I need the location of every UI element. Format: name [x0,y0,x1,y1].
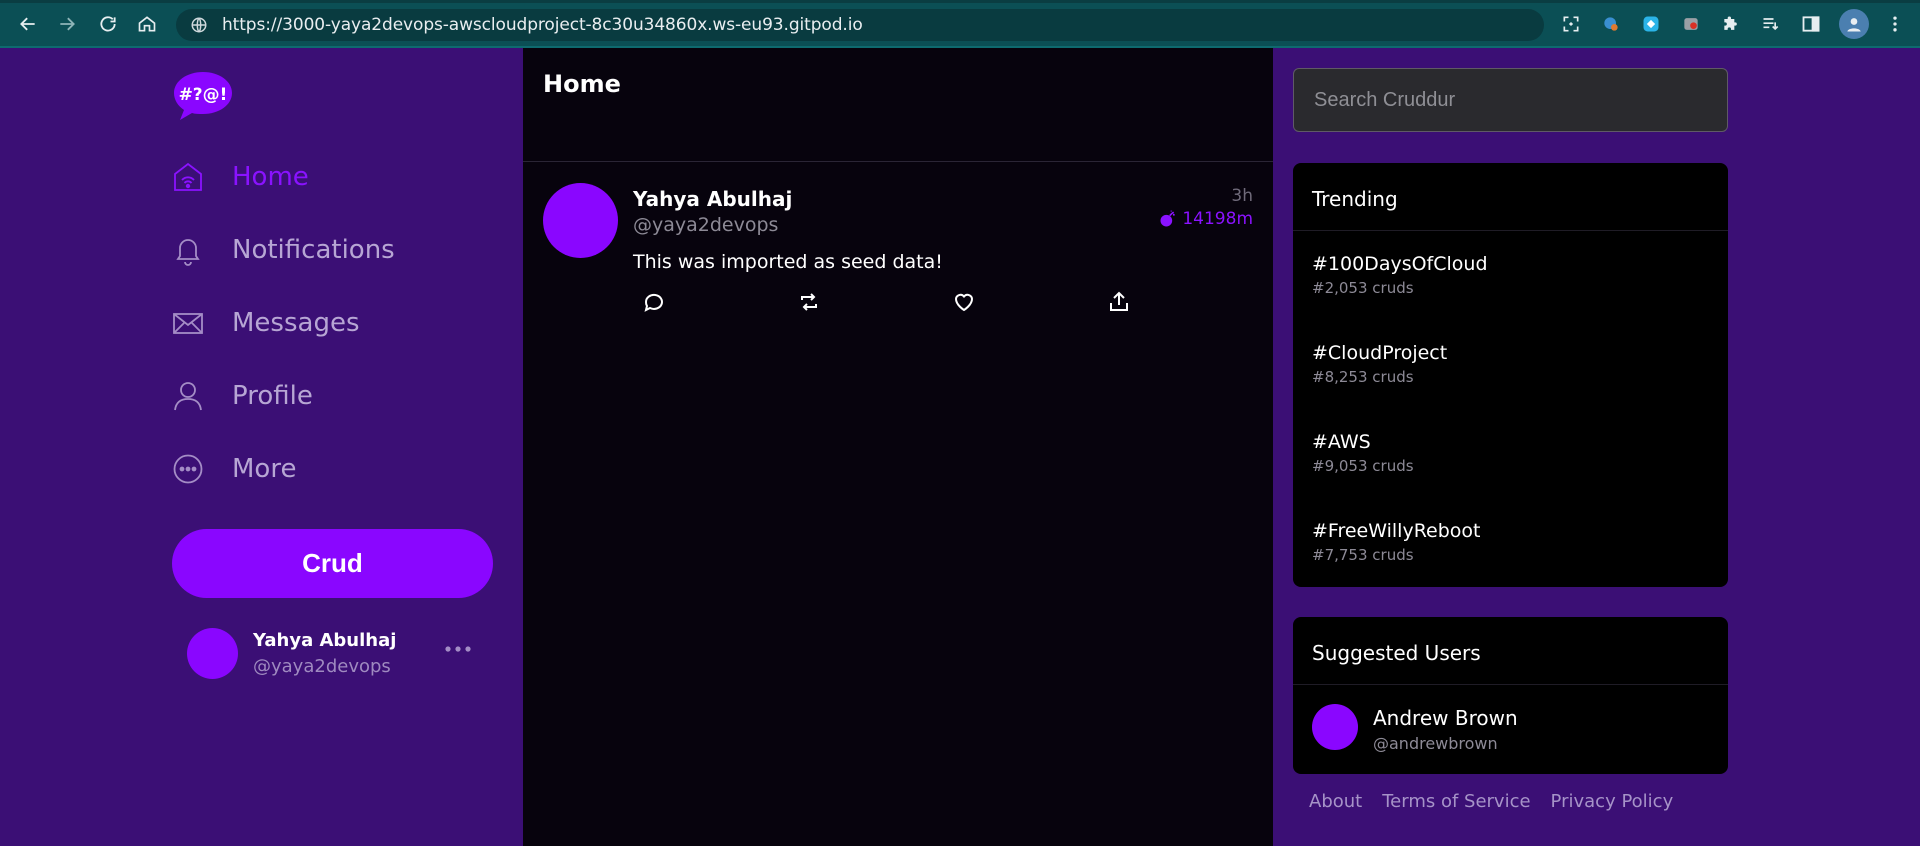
extension-icon[interactable] [1600,13,1622,35]
activity-item[interactable]: Yahya Abulhaj @yaya2devops This was impo… [523,163,1273,343]
sidebar-item-label: Messages [232,308,360,338]
profile-avatar[interactable] [1839,9,1869,39]
bomb-icon [1160,210,1176,227]
sidebar-item-home[interactable]: Home [172,157,309,197]
trending-tag: #100DaysOfCloud [1312,253,1488,275]
trending-tag: #AWS [1312,431,1371,453]
feed-header: Home [523,48,1273,162]
browser-toolbar: https://3000-yaya2devops-awscloudproject… [0,0,1920,48]
user-handle: @yaya2devops [253,656,391,677]
suggested-user[interactable]: Andrew Brown @andrewbrown [1312,704,1712,754]
suggested-user-handle: @andrewbrown [1373,734,1498,753]
post-author-name[interactable]: Yahya Abulhaj [633,187,792,211]
main-feed: Home Yahya Abulhaj @yaya2devops This was… [523,48,1273,846]
post-author-handle[interactable]: @yaya2devops [633,214,778,236]
kebab-menu-icon[interactable] [1884,13,1906,35]
sidebar-item-label: More [232,454,297,484]
home-icon[interactable] [135,12,159,36]
right-column: Trending #100DaysOfCloud #2,053 cruds #C… [1273,48,1920,846]
sidebar-item-messages[interactable]: Messages [172,303,360,343]
trending-count: #2,053 cruds [1312,279,1414,297]
sidebar-item-label: Profile [232,381,313,411]
current-user-card[interactable]: Yahya Abulhaj @yaya2devops [187,628,487,688]
footer-links: About Terms of Service Privacy Policy [1309,791,1673,812]
expiry-text: 14198m [1182,209,1253,229]
trending-count: #7,753 cruds [1312,546,1414,564]
bell-icon [172,234,204,266]
footer-link-terms[interactable]: Terms of Service [1382,791,1530,812]
extension-icon[interactable] [1680,13,1702,35]
side-panel-icon[interactable] [1800,13,1822,35]
post-time: 3h [1231,186,1253,206]
sidebar-item-label: Home [232,162,309,192]
sidebar-item-label: Notifications [232,235,395,265]
post-text: This was imported as seed data! [633,251,943,273]
sidebar-item-notifications[interactable]: Notifications [172,230,395,270]
share-icon[interactable] [1105,288,1133,316]
home-icon [172,161,204,193]
heart-icon[interactable] [950,288,978,316]
repost-icon[interactable] [795,288,823,316]
suggested-user-name: Andrew Brown [1373,706,1518,730]
trending-title: Trending [1293,163,1728,231]
trending-count: #8,253 cruds [1312,368,1414,386]
logo-text: #?@! [179,85,228,105]
user-icon [172,380,204,412]
address-bar[interactable]: https://3000-yaya2devops-awscloudproject… [176,9,1544,41]
footer-link-privacy[interactable]: Privacy Policy [1551,791,1674,812]
site-info-icon[interactable] [190,16,208,34]
trending-tag: #CloudProject [1312,342,1448,364]
footer-link-about[interactable]: About [1309,791,1362,812]
url-text[interactable]: https://3000-yaya2devops-awscloudproject… [222,15,863,35]
page-title: Home [543,70,621,98]
logo-icon[interactable]: #?@! [172,70,234,122]
crud-button[interactable]: Crud [172,529,493,598]
post-expiry: 14198m [1158,209,1253,229]
left-sidebar: #?@! Home Notifications Messages Profile… [0,48,523,846]
trending-card: Trending #100DaysOfCloud #2,053 cruds #C… [1293,163,1728,587]
tab-strip-edge [0,0,1920,3]
envelope-icon [172,307,204,339]
search-input[interactable] [1293,68,1728,132]
trending-item[interactable]: #100DaysOfCloud #2,053 cruds [1312,253,1488,297]
sidebar-item-more[interactable]: More [172,449,296,489]
screenshot-icon[interactable] [1560,13,1582,35]
puzzle-icon[interactable] [1720,13,1742,35]
avatar [187,628,238,679]
trending-count: #9,053 cruds [1312,457,1414,475]
avatar[interactable] [543,183,618,258]
reload-icon[interactable] [96,12,120,36]
trending-item[interactable]: #FreeWillyReboot #7,753 cruds [1312,520,1481,564]
suggested-users-card: Suggested Users Andrew Brown @andrewbrow… [1293,617,1728,774]
reading-list-icon[interactable] [1760,13,1782,35]
trending-item[interactable]: #AWS #9,053 cruds [1312,431,1414,475]
more-options-icon[interactable] [443,638,473,660]
more-circle-icon [172,453,204,485]
user-name: Yahya Abulhaj [253,630,397,651]
back-icon[interactable] [16,12,40,36]
forward-icon[interactable] [55,12,79,36]
trending-item[interactable]: #CloudProject #8,253 cruds [1312,342,1447,386]
suggested-users-title: Suggested Users [1293,617,1728,685]
trending-tag: #FreeWillyReboot [1312,520,1481,542]
sidebar-item-profile[interactable]: Profile [172,376,313,416]
reply-icon[interactable] [640,288,668,316]
avatar [1312,704,1358,750]
extension-icon[interactable] [1640,13,1662,35]
